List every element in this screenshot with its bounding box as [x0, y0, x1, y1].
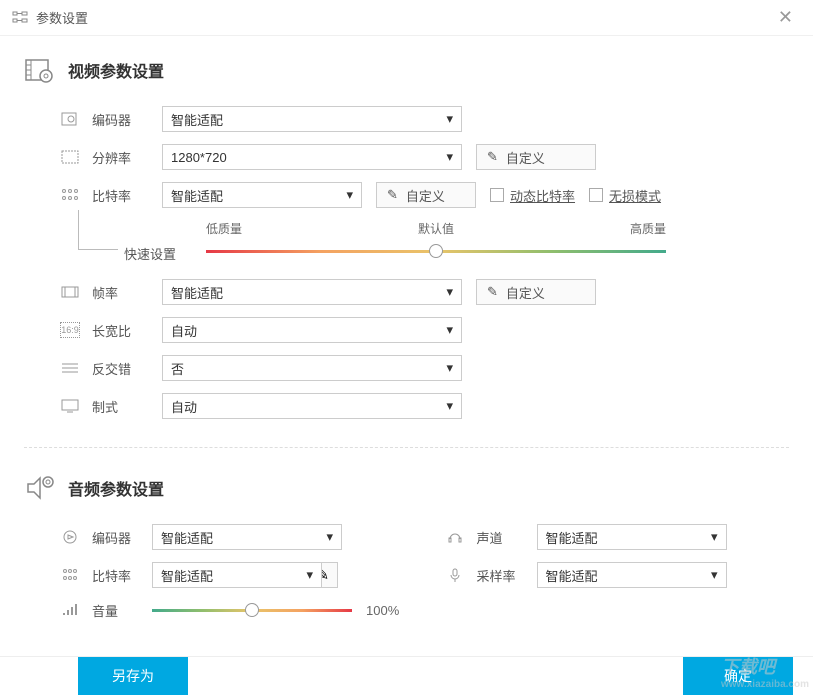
framerate-custom-button[interactable]: ✎ 自定义	[476, 279, 596, 305]
chevron-down-icon: ▾	[326, 529, 333, 545]
section-divider	[24, 447, 789, 448]
video-deinterlace-label: 反交错	[92, 359, 162, 378]
resolution-custom-button[interactable]: ✎ 自定义	[476, 144, 596, 170]
audio-encoder-dropdown[interactable]: 智能适配 ▾	[152, 524, 342, 550]
video-section-header: 视频参数设置	[24, 54, 789, 86]
pencil-icon: ✎	[387, 187, 398, 203]
quick-settings-label: 快速设置	[124, 244, 176, 263]
quality-slider-labels: 低质量 默认值 高质量	[206, 220, 666, 237]
pencil-icon: ✎	[487, 149, 498, 165]
video-bitrate-row: 比特率 智能适配 ▾ ✎ 自定义 动态比特率 无损模式	[24, 182, 789, 208]
chevron-down-icon: ▾	[446, 398, 453, 414]
audio-volume-label: 音量	[92, 601, 152, 620]
slider-thumb[interactable]	[429, 244, 443, 258]
settings-tree-icon	[12, 10, 28, 26]
save-as-button[interactable]: 另存为	[78, 657, 188, 695]
deinterlace-icon	[60, 360, 80, 376]
video-encoder-label: 编码器	[92, 110, 162, 129]
audio-channel-label: 声道	[477, 528, 537, 547]
video-resolution-label: 分辨率	[92, 148, 162, 167]
video-aspect-dropdown[interactable]: 自动 ▾	[162, 317, 462, 343]
audio-section-title: 音频参数设置	[68, 476, 164, 500]
gear-icon	[60, 111, 80, 127]
video-framerate-dropdown[interactable]: 智能适配 ▾	[162, 279, 462, 305]
bitrate-custom-button[interactable]: ✎ 自定义	[376, 182, 476, 208]
video-bitrate-label: 比特率	[92, 186, 162, 205]
video-bitrate-dropdown[interactable]: 智能适配 ▾	[162, 182, 362, 208]
chevron-down-icon: ▾	[346, 187, 353, 203]
microphone-icon	[445, 567, 465, 583]
video-aspect-row: 16:9 长宽比 自动 ▾	[24, 317, 789, 343]
audio-section-header: 音频参数设置	[24, 472, 789, 504]
video-section-title: 视频参数设置	[68, 58, 164, 82]
audio-samplerate-row: 采样率 智能适配 ▾	[445, 562, 790, 588]
audio-volume-row: 音量 100%	[60, 600, 405, 620]
video-encoder-row: 编码器 智能适配 ▾	[24, 106, 789, 132]
dynamic-bitrate-checkbox[interactable]: 动态比特率	[490, 186, 575, 205]
audio-bitrate-label: 比特率	[92, 566, 152, 585]
audio-channel-dropdown[interactable]: 智能适配 ▾	[537, 524, 727, 550]
audio-channel-row: 声道 智能适配 ▾	[445, 524, 790, 550]
volume-slider[interactable]	[152, 600, 352, 620]
close-button[interactable]: ✕	[770, 3, 801, 32]
speaker-gear-icon	[24, 472, 56, 504]
ok-button[interactable]: 确定	[683, 657, 793, 695]
bitrate-icon	[60, 187, 80, 203]
audio-bitrate-dropdown[interactable]: 智能适配 ▾	[152, 562, 322, 588]
video-deinterlace-row: 反交错 否 ▾	[24, 355, 789, 381]
connector-line	[78, 210, 118, 250]
quick-settings-row: 快速设置 低质量 默认值 高质量	[24, 220, 789, 263]
audio-encoder-label: 编码器	[92, 528, 152, 547]
video-standard-dropdown[interactable]: 自动 ▾	[162, 393, 462, 419]
volume-bars-icon	[60, 602, 80, 618]
slider-thumb[interactable]	[245, 603, 259, 617]
headphone-icon	[445, 529, 465, 545]
video-framerate-label: 帧率	[92, 283, 162, 302]
audio-samplerate-label: 采样率	[477, 566, 537, 585]
chevron-down-icon: ▾	[306, 567, 313, 583]
resolution-icon	[60, 149, 80, 165]
audio-bitrate-row: 比特率 智能适配 ▾ ✎	[60, 562, 405, 588]
chevron-down-icon: ▾	[446, 360, 453, 376]
content-area: 视频参数设置 编码器 智能适配 ▾ 分辨率 1280*720 ▾ ✎ 自定义	[0, 36, 813, 656]
window-title: 参数设置	[36, 8, 770, 27]
chevron-down-icon: ▾	[446, 284, 453, 300]
chevron-down-icon: ▾	[446, 111, 453, 127]
checkbox-icon	[490, 188, 504, 202]
video-standard-row: 制式 自动 ▾	[24, 393, 789, 419]
video-aspect-label: 长宽比	[92, 321, 162, 340]
video-standard-label: 制式	[92, 397, 162, 416]
tv-standard-icon	[60, 398, 80, 414]
aspect-ratio-icon: 16:9	[60, 322, 80, 338]
pencil-icon: ✎	[487, 284, 498, 300]
quality-slider[interactable]	[206, 241, 666, 261]
titlebar: 参数设置 ✕	[0, 0, 813, 36]
video-resolution-row: 分辨率 1280*720 ▾ ✎ 自定义	[24, 144, 789, 170]
chevron-down-icon: ▾	[711, 529, 718, 545]
video-encoder-dropdown[interactable]: 智能适配 ▾	[162, 106, 462, 132]
chevron-down-icon: ▾	[711, 567, 718, 583]
audio-encoder-row: 编码器 智能适配 ▾	[60, 524, 405, 550]
chevron-down-icon: ▾	[446, 322, 453, 338]
chevron-down-icon: ▾	[446, 149, 453, 165]
audio-bitrate-icon	[60, 567, 80, 583]
footer: 另存为 确定	[0, 656, 813, 694]
audio-samplerate-dropdown[interactable]: 智能适配 ▾	[537, 562, 727, 588]
framerate-icon	[60, 284, 80, 300]
video-deinterlace-dropdown[interactable]: 否 ▾	[162, 355, 462, 381]
volume-value: 100%	[366, 603, 399, 618]
video-resolution-dropdown[interactable]: 1280*720 ▾	[162, 144, 462, 170]
audio-encoder-icon	[60, 529, 80, 545]
film-gear-icon	[24, 54, 56, 86]
video-framerate-row: 帧率 智能适配 ▾ ✎ 自定义	[24, 279, 789, 305]
checkbox-icon	[589, 188, 603, 202]
lossless-mode-checkbox[interactable]: 无损模式	[589, 186, 661, 205]
